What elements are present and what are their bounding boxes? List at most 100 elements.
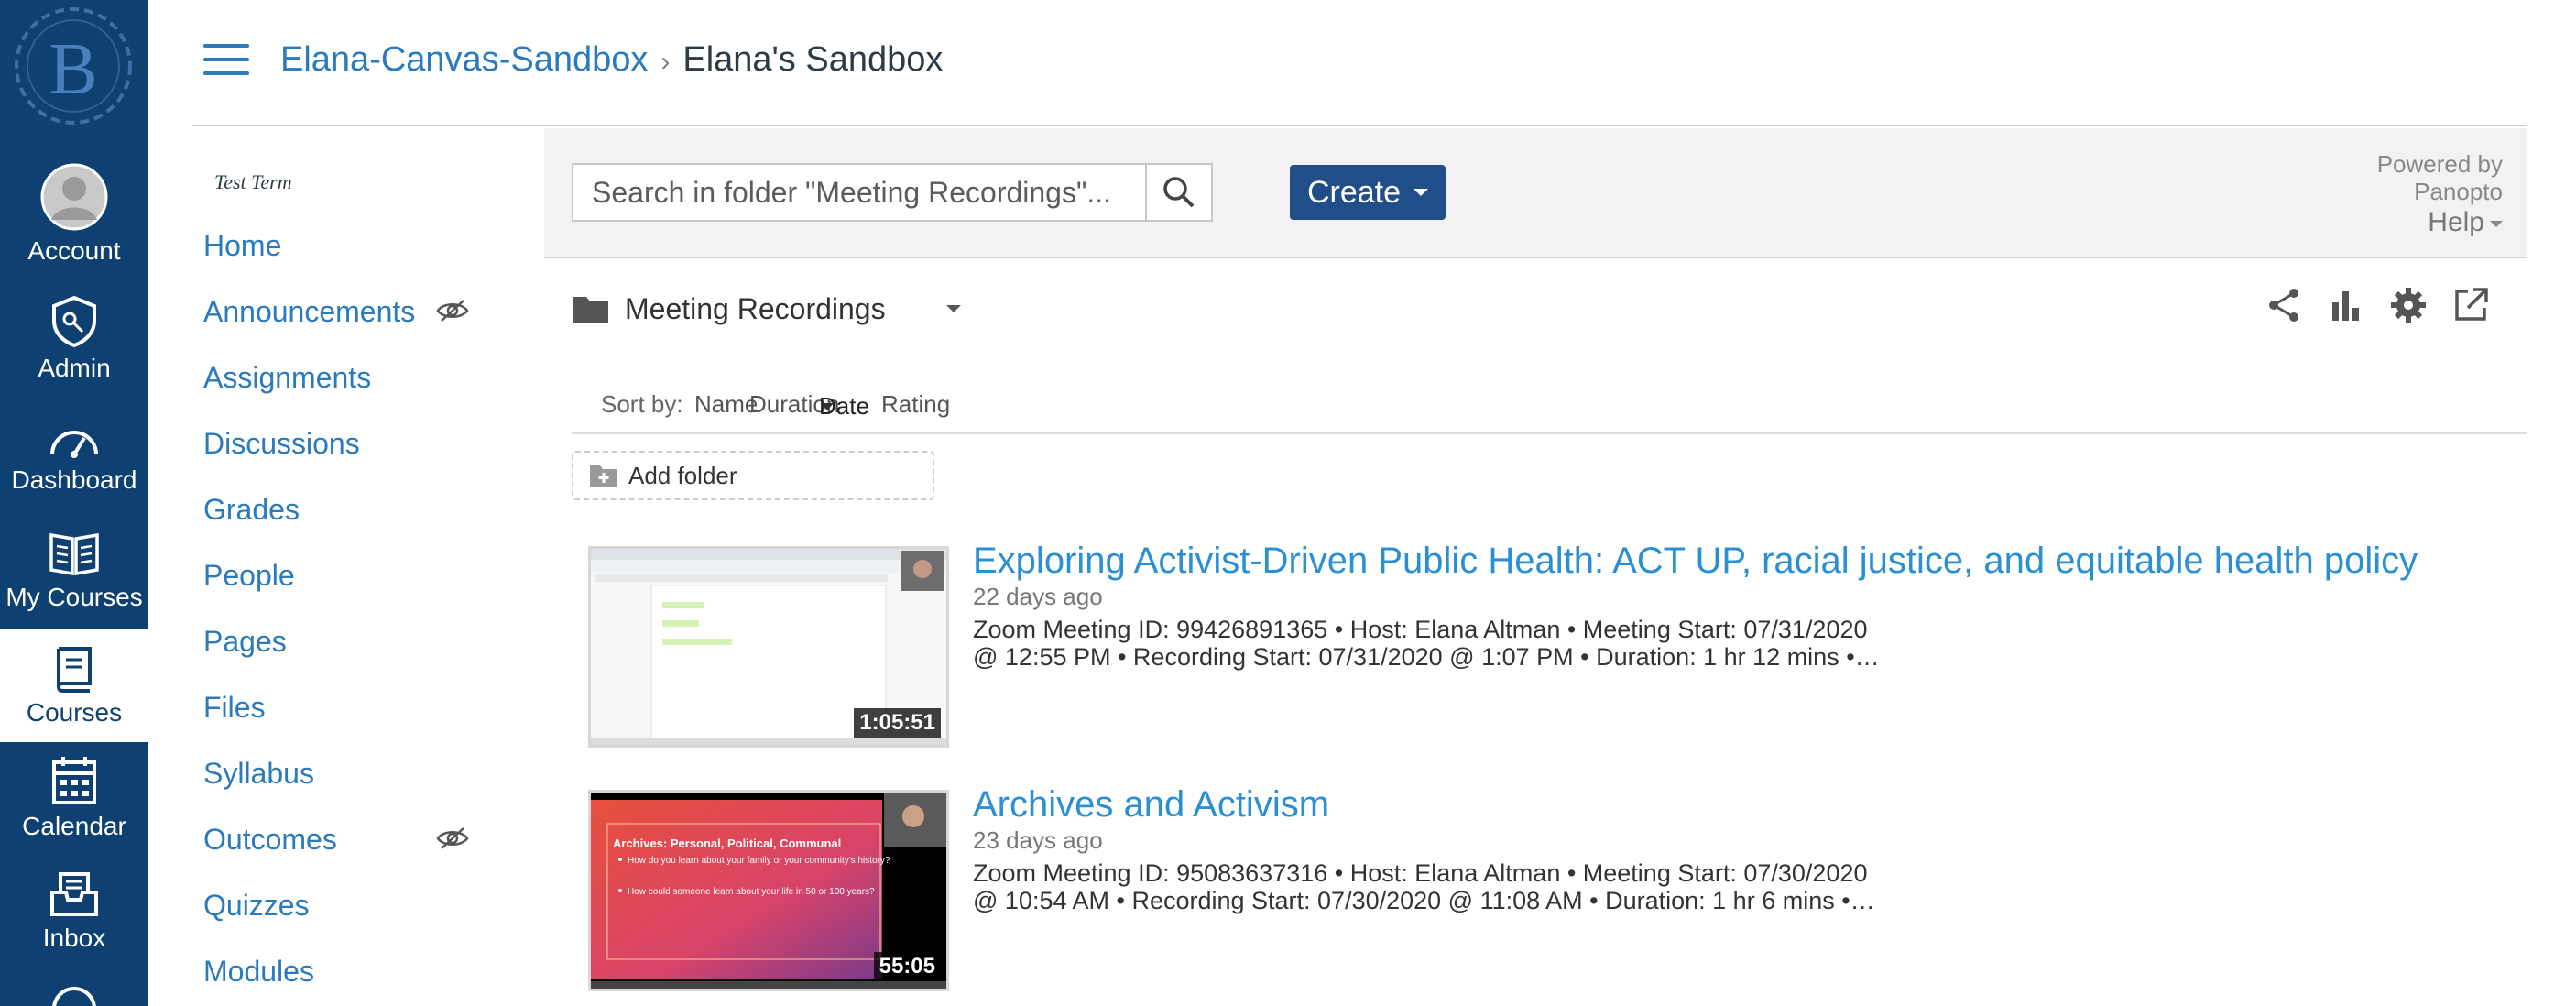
breadcrumb-course-link[interactable]: Elana-Canvas-Sandbox	[280, 40, 648, 79]
session-row: 1:05:51 Exploring Activist-Driven Public…	[588, 541, 2512, 757]
course-nav-label: Modules	[203, 955, 314, 988]
global-nav-my-courses[interactable]: My Courses	[0, 530, 148, 612]
course-nav-label: Quizzes	[203, 889, 310, 922]
session-title-link[interactable]: Exploring Activist-Driven Public Health:…	[973, 541, 2418, 582]
powered-by-label: Powered by	[2376, 150, 2503, 178]
account-avatar-icon	[40, 163, 108, 231]
folder-name: Meeting Recordings	[625, 291, 886, 325]
course-nav-pages[interactable]: Pages	[203, 625, 487, 691]
sort-bar: Sort by: Name Duration Date Rating	[572, 388, 2527, 434]
add-folder-button[interactable]: Add folder	[572, 451, 934, 500]
course-nav-label: Discussions	[203, 427, 360, 460]
dashboard-gauge-icon	[50, 431, 98, 458]
global-nav-label: Admin	[38, 354, 111, 382]
course-nav-home[interactable]: Home	[203, 229, 487, 295]
global-nav-calendar[interactable]: Calendar	[0, 755, 148, 841]
duration-badge: 55:05	[873, 952, 941, 981]
global-nav: B Account Admin Dashboard My Courses Cou…	[0, 0, 148, 1006]
course-nav-quizzes[interactable]: Quizzes	[203, 889, 487, 955]
session-description-line: Zoom Meeting ID: 95083637316 • Host: Ela…	[973, 859, 1868, 887]
global-nav-label: My Courses	[5, 583, 143, 611]
course-nav: Test Term Home Announcements Assignments…	[203, 170, 487, 1006]
global-nav-label: Dashboard	[11, 465, 137, 494]
course-nav-label: Home	[203, 229, 282, 262]
session-description: Zoom Meeting ID: 99426891365 • Host: Ela…	[973, 616, 1889, 671]
course-nav-discussions[interactable]: Discussions	[203, 427, 487, 493]
search-icon	[1163, 177, 1195, 208]
folder-tools	[2265, 286, 2490, 324]
powered-by: Powered by Panopto	[2377, 150, 2503, 205]
courses-book-icon	[56, 647, 92, 693]
institution-logo[interactable]: B	[0, 0, 148, 147]
share-icon[interactable]	[2265, 286, 2303, 324]
global-nav-more[interactable]	[0, 984, 148, 1006]
course-nav-grades[interactable]: Grades	[203, 493, 487, 559]
global-nav-admin[interactable]: Admin	[0, 295, 148, 383]
session-description: Zoom Meeting ID: 95083637316 • Host: Ela…	[973, 859, 1889, 914]
course-nav-syllabus[interactable]: Syllabus	[203, 757, 487, 823]
session-description-line: @ 10:54 AM • Recording Start: 07/30/2020…	[973, 887, 1875, 914]
chevron-down-icon	[2490, 220, 2503, 227]
sort-name[interactable]: Name	[694, 390, 758, 419]
panopto-toolbar: Create Powered by Panopto Help	[544, 128, 2527, 258]
folder-selector[interactable]: Meeting Recordings	[572, 286, 963, 332]
global-nav-dashboard[interactable]: Dashboard	[0, 421, 148, 495]
session-description-line: @ 12:55 PM • Recording Start: 07/31/2020…	[973, 643, 1880, 671]
course-nav-label: Announcements	[203, 295, 416, 328]
sort-label: Sort by:	[601, 390, 683, 418]
admin-shield-icon	[52, 295, 96, 348]
course-nav-people[interactable]: People	[203, 559, 487, 625]
course-nav-files[interactable]: Files	[203, 691, 487, 757]
duration-badge: 1:05:51	[854, 708, 941, 738]
help-label: Help	[2428, 207, 2484, 237]
breadcrumb-separator: ›	[660, 47, 671, 77]
chevron-down-icon	[1414, 189, 1429, 196]
session-thumbnail[interactable]: Archives: Personal, Political, Communal …	[588, 790, 949, 991]
search-input[interactable]	[573, 165, 1132, 220]
course-nav-announcements[interactable]: Announcements	[203, 295, 487, 361]
sort-date-label: Date	[819, 392, 869, 420]
add-folder-icon	[590, 465, 617, 487]
more-nav-icon	[52, 987, 96, 1006]
breadcrumb: Elana-Canvas-Sandbox › Elana's Sandbox	[280, 40, 943, 80]
create-button[interactable]: Create	[1290, 165, 1446, 220]
course-nav-label: Syllabus	[203, 757, 314, 790]
course-nav-label: Outcomes	[203, 823, 337, 856]
global-nav-inbox[interactable]: Inbox	[0, 870, 148, 953]
my-courses-book-icon	[49, 532, 99, 576]
session-thumbnail[interactable]: 1:05:51	[588, 546, 949, 748]
laurel-logo-icon: B	[15, 7, 132, 125]
course-nav-outcomes[interactable]: Outcomes	[203, 823, 487, 889]
open-external-icon[interactable]	[2451, 286, 2490, 324]
help-menu[interactable]: Help	[2428, 207, 2503, 238]
sort-date[interactable]: Date	[819, 390, 869, 420]
powered-by-brand[interactable]: Panopto	[2377, 178, 2503, 205]
sort-rating[interactable]: Rating	[881, 390, 950, 419]
svg-text:How do you learn about your fa: How do you learn about your family or yo…	[628, 856, 890, 866]
session-title-link[interactable]: Archives and Activism	[973, 784, 1329, 826]
svg-text:B: B	[49, 29, 97, 110]
session-age: 23 days ago	[973, 826, 1103, 854]
search-button[interactable]	[1145, 165, 1211, 220]
session-description-line: Zoom Meeting ID: 99426891365 • Host: Ela…	[973, 616, 1868, 643]
create-label: Create	[1306, 174, 1402, 210]
chevron-down-icon	[945, 305, 961, 312]
hidden-eye-icon	[436, 300, 469, 322]
settings-icon[interactable]	[2389, 286, 2428, 324]
course-nav-label: Assignments	[203, 361, 372, 394]
course-nav-label: People	[203, 559, 295, 592]
inbox-icon	[50, 872, 98, 916]
course-menu-toggle-icon[interactable]	[203, 44, 249, 79]
course-nav-assignments[interactable]: Assignments	[203, 361, 487, 427]
global-nav-label: Account	[27, 236, 121, 265]
global-nav-label: Courses	[26, 698, 123, 727]
svg-text:Archives: Personal, Political,: Archives: Personal, Political, Communal	[613, 837, 841, 850]
global-nav-label: Inbox	[42, 924, 106, 952]
stats-icon[interactable]	[2327, 286, 2365, 324]
course-nav-modules[interactable]: Modules	[203, 955, 487, 1006]
global-nav-account[interactable]: Account	[0, 163, 148, 266]
search-box	[572, 163, 1213, 222]
panopto-frame: Create Powered by Panopto Help Meeting R…	[544, 128, 2527, 1006]
breadcrumb-current: Elana's Sandbox	[682, 40, 944, 79]
global-nav-courses[interactable]: Courses	[0, 629, 148, 742]
